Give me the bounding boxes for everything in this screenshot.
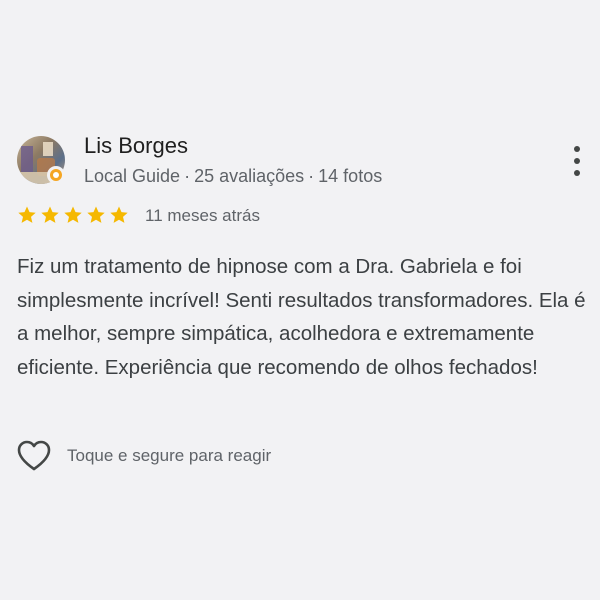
star-icon: [110, 206, 128, 223]
review-text: Fiz um tratamento de hipnose com a Dra. …: [17, 255, 586, 379]
author-role: Local Guide: [84, 166, 181, 186]
author-name[interactable]: Lis Borges: [84, 133, 188, 159]
star-icon: [41, 206, 59, 223]
review-date: 11 meses atrás: [145, 206, 260, 225]
star-icon: [64, 206, 82, 223]
author-review-count: 25 avaliações: [194, 166, 305, 186]
review-card: Lis Borges Local Guide · 25 avaliações · 14 …: [0, 0, 600, 600]
avatar[interactable]: [17, 136, 65, 184]
meta-separator: ·: [184, 166, 191, 186]
author-meta: Local Guide · 25 avaliações · 14 fotos: [84, 165, 382, 187]
heart-icon[interactable]: [17, 440, 51, 472]
local-guide-badge-icon: [47, 166, 65, 184]
star-icon: [87, 206, 105, 223]
meta-separator: ·: [308, 166, 315, 186]
more-vert-icon[interactable]: [566, 144, 588, 178]
star-icon: [18, 206, 36, 223]
author-photo-count: 14 fotos: [318, 166, 383, 186]
reaction-label: Toque e segure para reagir: [67, 446, 272, 465]
star-rating: [17, 205, 129, 227]
reaction-control[interactable]: Toque e segure para reagir: [17, 439, 271, 473]
